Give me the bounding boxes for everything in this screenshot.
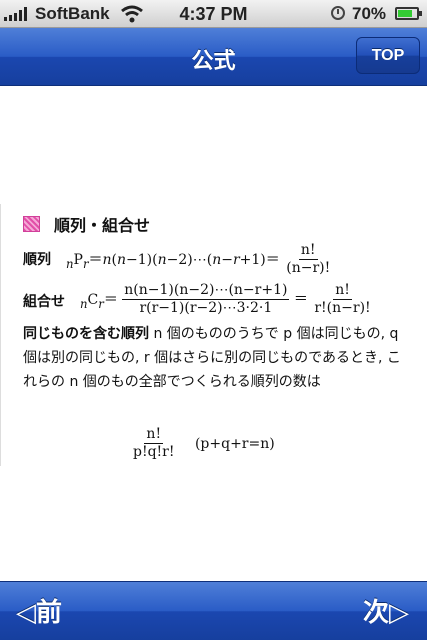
combination-frac1-numerator: n(n−1)(n−2)⋯(n−r+1) bbox=[122, 282, 290, 300]
combination-fraction-2: n! r!(n−r)! bbox=[312, 282, 372, 317]
combination-formula: nCr＝ n(n−1)(n−2)⋯(n−r+1) r(r−1)(r−2)⋯3·2… bbox=[80, 282, 372, 317]
permutation-expansion: nPr＝n(n−1)(n−2)⋯(n−r+1)＝ bbox=[66, 251, 280, 271]
section-title: 順列・組合せ bbox=[54, 216, 151, 235]
top-button[interactable]: TOP bbox=[356, 37, 420, 74]
multiset-condition: (p+q+r=n) bbox=[194, 435, 275, 452]
combination-label: 組合せ bbox=[23, 294, 65, 310]
next-button[interactable]: 次▷ bbox=[363, 592, 409, 629]
multiset-denominator: p!q!r! bbox=[133, 444, 175, 460]
combination-frac2-numerator: n! bbox=[333, 282, 352, 300]
pink-square-icon bbox=[23, 216, 40, 232]
multiset-formula: n! p!q!r! (p+q+r=n) bbox=[131, 426, 275, 461]
battery-icon bbox=[395, 7, 422, 20]
alarm-clock-icon bbox=[331, 6, 345, 20]
permutation-formula: nPr＝n(n−1)(n−2)⋯(n−r+1)＝ n! (n−r)! bbox=[66, 242, 332, 277]
multiset-fraction: n! p!q!r! bbox=[131, 426, 177, 461]
previous-button[interactable]: ◁前 bbox=[16, 592, 62, 629]
permutation-label: 順列 bbox=[23, 252, 51, 268]
combination-frac2-denominator: r!(n−r)! bbox=[314, 300, 371, 316]
content-area[interactable]: 順列・組合せ 順列 nPr＝n(n−1)(n−2)⋯(n−r+1)＝ n! (n… bbox=[0, 86, 427, 581]
permutation-fraction: n! (n−r)! bbox=[284, 242, 332, 277]
combination-fraction-1: n(n−1)(n−2)⋯(n−r+1) r(r−1)(r−2)⋯3·2·1 bbox=[122, 282, 290, 317]
navigation-bar: 公式 TOP bbox=[0, 28, 427, 86]
bottom-toolbar: ◁前 次▷ bbox=[0, 581, 427, 640]
multiset-numerator: n! bbox=[144, 426, 164, 444]
combination-lhs: nCr＝ bbox=[80, 291, 118, 311]
battery-percentage: 70% bbox=[352, 4, 387, 23]
status-bar: SoftBank 4:37 PM 70% bbox=[0, 0, 427, 28]
permutation-numerator: n! bbox=[298, 242, 318, 260]
section-heading: 順列・組合せ bbox=[23, 214, 151, 235]
multiset-description: 同じものを含む順列 n 個のもののうちで p 個は同じもの, q 個は別の同じも… bbox=[23, 322, 413, 394]
permutation-denominator: (n−r)! bbox=[286, 260, 331, 276]
formula-panel: 順列・組合せ 順列 nPr＝n(n−1)(n−2)⋯(n−r+1)＝ n! (n… bbox=[0, 204, 427, 466]
multiset-label: 同じものを含む順列 bbox=[23, 326, 149, 342]
combination-frac1-denominator: r(r−1)(r−2)⋯3·2·1 bbox=[139, 300, 273, 316]
